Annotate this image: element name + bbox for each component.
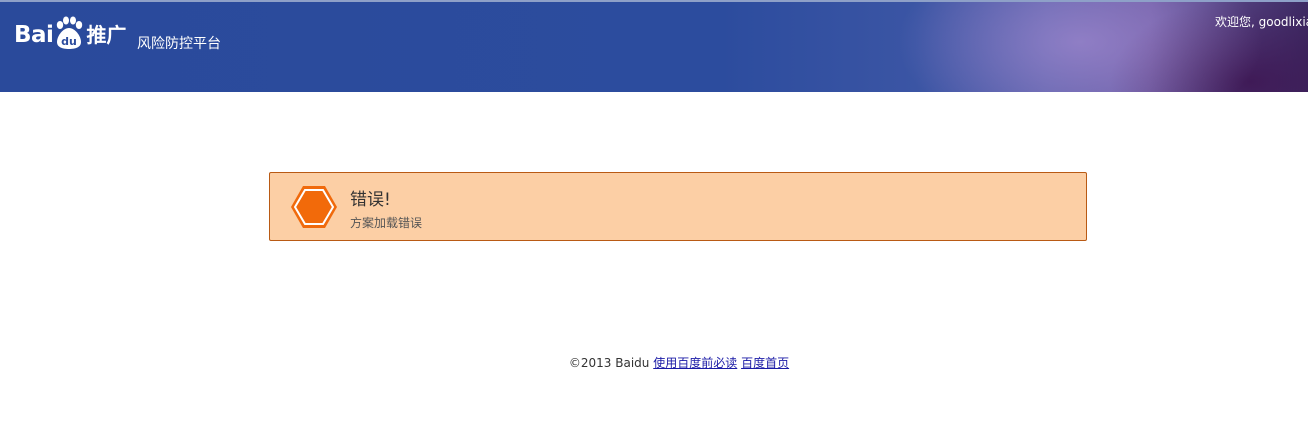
header-banner: Bai du 推广 风险防控平台 欢迎您, goodlixia bbox=[0, 0, 1308, 92]
logo-tuiguang-text: 推广 bbox=[86, 23, 127, 47]
welcome-user-text: 欢迎您, goodlixia bbox=[1215, 15, 1308, 29]
alert-title: 错误! bbox=[350, 190, 391, 210]
baidu-paw-icon: du bbox=[54, 16, 84, 50]
alert-message: 方案加载错误 bbox=[350, 216, 423, 230]
error-alert: 错误! 方案加载错误 bbox=[269, 172, 1087, 241]
baidu-home-link[interactable]: 百度首页 bbox=[741, 356, 789, 370]
logo-bai-text: Bai bbox=[14, 22, 54, 48]
platform-name: 风险防控平台 bbox=[137, 36, 221, 52]
logo-du-text: du bbox=[62, 35, 78, 48]
copyright-text: ©2013 Baidu bbox=[568, 356, 650, 370]
footer: ©2013 Baidu 使用百度前必读 百度首页 bbox=[25, 354, 1308, 371]
usage-notice-link[interactable]: 使用百度前必读 bbox=[653, 356, 737, 370]
baidu-tuiguang-logo[interactable]: Bai du 推广 bbox=[14, 16, 126, 50]
error-hexagon-icon bbox=[290, 185, 338, 229]
